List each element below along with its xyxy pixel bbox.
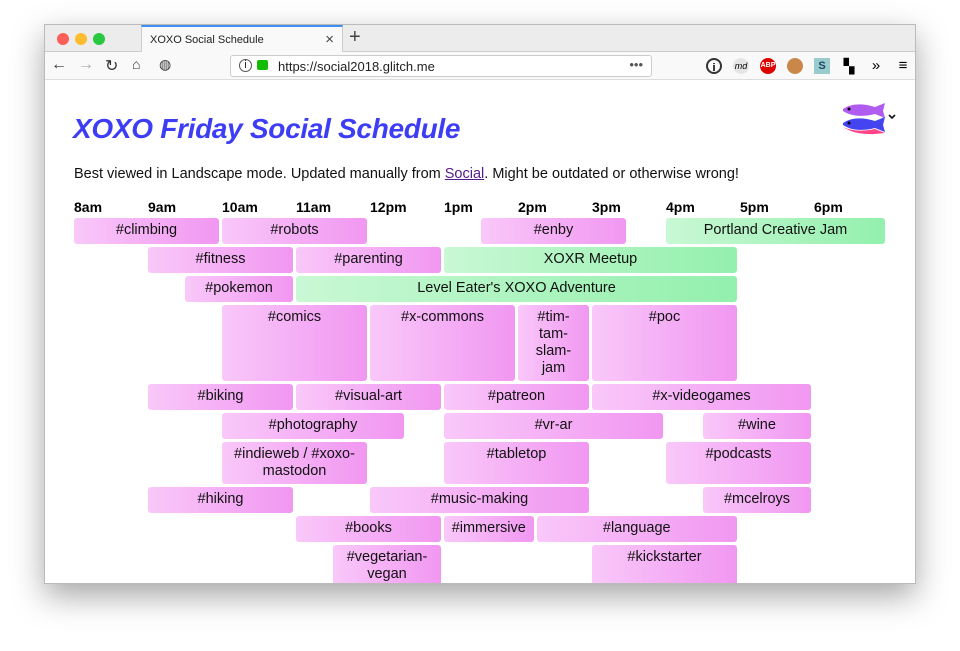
- channel-block[interactable]: #wine: [703, 413, 811, 439]
- lock-icon: [257, 60, 268, 70]
- browser-window: XOXO Social Schedule × + ← → ↻ ⌂ ◍ i http…: [44, 24, 916, 584]
- back-icon[interactable]: ←: [51, 56, 67, 74]
- hour-label: 4pm: [666, 199, 695, 215]
- event-block[interactable]: Level Eater's XOXO Adventure: [296, 276, 737, 302]
- hour-label: 6pm: [814, 199, 843, 215]
- channel-block[interactable]: #indieweb / #xoxo-mastodon: [222, 442, 367, 484]
- url-text: https://social2018.glitch.me: [278, 59, 435, 74]
- channel-block[interactable]: #music-making: [370, 487, 589, 513]
- channel-block[interactable]: #visual-art: [296, 384, 441, 410]
- hour-label: 10am: [222, 199, 258, 215]
- close-window-button[interactable]: [57, 33, 69, 45]
- page-actions-icon[interactable]: •••: [629, 57, 643, 72]
- channel-block[interactable]: #mcelroys: [703, 487, 811, 513]
- new-tab-icon[interactable]: +: [349, 26, 361, 49]
- maximize-window-button[interactable]: [93, 33, 105, 45]
- event-block[interactable]: XOXR Meetup: [444, 247, 737, 273]
- stylus-icon[interactable]: S: [814, 58, 830, 74]
- channel-block[interactable]: #pokemon: [185, 276, 293, 302]
- channel-block[interactable]: #fitness: [148, 247, 293, 273]
- page-title: XOXO Friday Social Schedule: [73, 113, 461, 144]
- info-icon[interactable]: i: [706, 58, 722, 74]
- channel-block[interactable]: #parenting: [296, 247, 441, 273]
- hour-label: 12pm: [370, 199, 407, 215]
- channel-block[interactable]: #x-videogames: [592, 384, 811, 410]
- hour-label: 2pm: [518, 199, 547, 215]
- nav-bar: ← → ↻ ⌂ ◍ i https://social2018.glitch.me…: [45, 52, 915, 80]
- hour-label: 3pm: [592, 199, 621, 215]
- channel-block[interactable]: #kickstarter: [592, 545, 737, 583]
- tab-bar: XOXO Social Schedule × +: [45, 25, 915, 53]
- overflow-chevron-icon[interactable]: »: [868, 58, 884, 74]
- channel-block[interactable]: #vegetarian-vegan: [333, 545, 441, 583]
- event-block[interactable]: Portland Creative Jam: [666, 218, 885, 244]
- page-note: Best viewed in Landscape mode. Updated m…: [74, 166, 739, 182]
- info-icon[interactable]: i: [239, 59, 252, 72]
- channel-block[interactable]: #x-commons: [370, 305, 515, 381]
- address-bar[interactable]: i https://social2018.glitch.me •••: [230, 55, 652, 77]
- channel-block[interactable]: #vr-ar: [444, 413, 663, 439]
- markdown-icon[interactable]: md: [733, 58, 749, 74]
- hour-label: 11am: [296, 199, 332, 215]
- close-tab-icon[interactable]: ×: [325, 31, 334, 48]
- channel-block[interactable]: #enby: [481, 218, 626, 244]
- channel-block[interactable]: #immersive: [444, 516, 534, 542]
- home-icon[interactable]: ⌂: [132, 56, 140, 72]
- note-text-end: . Might be outdated or otherwise wrong!: [484, 166, 739, 182]
- menu-icon[interactable]: ≡: [895, 58, 911, 74]
- note-text: Best viewed in Landscape mode. Updated m…: [74, 166, 445, 182]
- forward-icon[interactable]: →: [78, 56, 94, 74]
- channel-block[interactable]: #biking: [148, 384, 293, 410]
- channel-block[interactable]: #language: [536, 516, 737, 542]
- fish-logo-icon: [843, 103, 896, 135]
- channel-block[interactable]: #comics: [222, 305, 367, 381]
- reload-icon[interactable]: ↻: [105, 56, 118, 76]
- tab-title: XOXO Social Schedule: [150, 34, 264, 46]
- hour-label: 1pm: [444, 199, 473, 215]
- channel-block[interactable]: #hiking: [148, 487, 293, 513]
- channel-block[interactable]: #robots: [222, 218, 367, 244]
- chevron-down-icon: [888, 114, 896, 120]
- hour-label: 5pm: [740, 199, 769, 215]
- xoxo-fish-logo-menu[interactable]: [841, 101, 897, 142]
- channel-block[interactable]: #climbing: [74, 218, 219, 244]
- social-link[interactable]: Social: [445, 166, 485, 182]
- minimize-window-button[interactable]: [75, 33, 87, 45]
- channel-block[interactable]: #tabletop: [444, 442, 589, 484]
- add-extension-icon[interactable]: ▚: [841, 58, 857, 74]
- tab-active[interactable]: XOXO Social Schedule ×: [141, 25, 343, 53]
- channel-block[interactable]: #books: [296, 516, 441, 542]
- globe-icon[interactable]: ◍: [159, 56, 171, 73]
- schedule-grid: #climbing #robots #enby Portland Creative J…: [74, 218, 888, 583]
- channel-block[interactable]: #patreon: [444, 384, 589, 410]
- channel-block[interactable]: #photography: [222, 413, 404, 439]
- page-content: XOXO Friday Social Schedule Best viewed …: [45, 81, 915, 583]
- channel-block[interactable]: #tim-tam-slam-jam: [518, 305, 589, 381]
- hour-label: 9am: [148, 199, 177, 215]
- hour-label: 8am: [74, 199, 103, 215]
- channel-block[interactable]: #poc: [592, 305, 737, 381]
- channel-block[interactable]: #podcasts: [666, 442, 811, 484]
- adblock-plus-icon[interactable]: ABP: [760, 58, 776, 74]
- tampermonkey-icon[interactable]: [787, 58, 803, 74]
